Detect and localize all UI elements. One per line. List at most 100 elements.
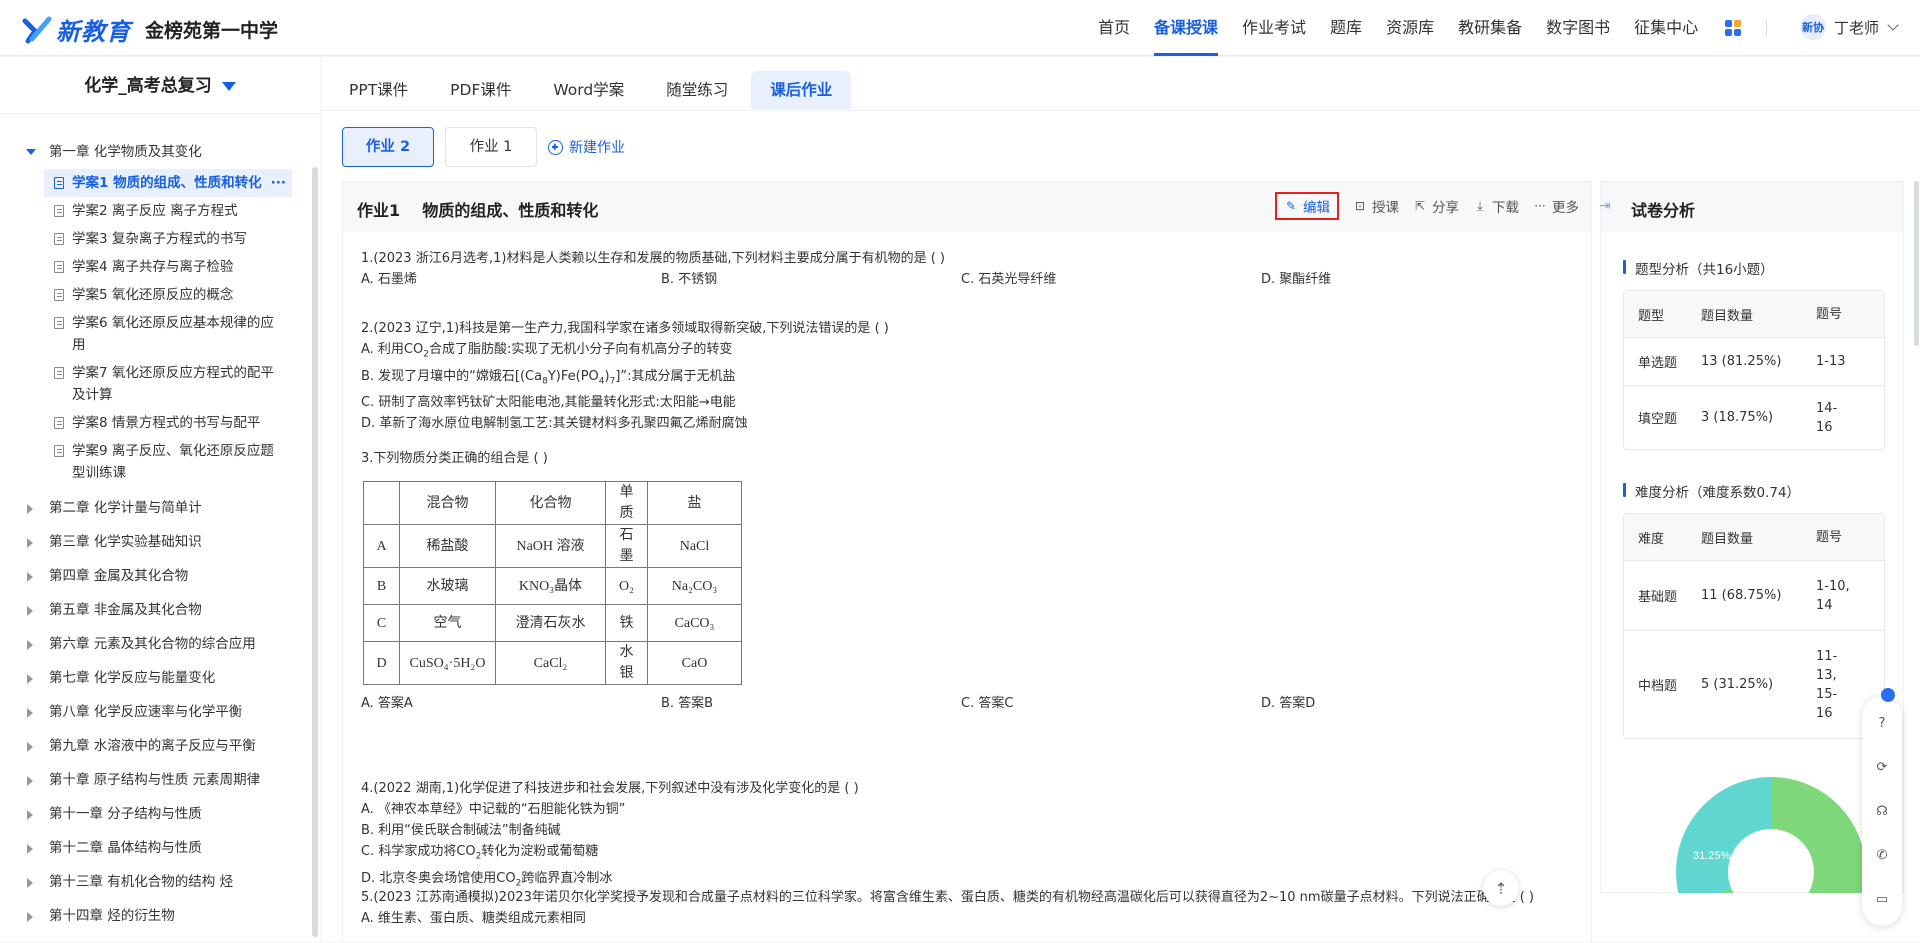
sidebar-scrollbar[interactable] (312, 167, 318, 937)
chapter-item[interactable]: 第十三章 有机化合物的结构 烃 (0, 865, 310, 899)
option-text: 跨临界直冷制冰 (521, 870, 613, 886)
expand-arrow-icon[interactable] (27, 708, 33, 718)
expand-arrow-icon[interactable] (27, 878, 33, 888)
collapse-panel-icon[interactable]: ⇥ (1599, 198, 1615, 216)
table-cell: CaCO₃ (647, 604, 742, 642)
homework-switcher: 作业 2 作业 1 新建作业 (342, 127, 625, 167)
option-text: B. 发现了月壤中的“嫦娥石[(Ca (361, 368, 543, 384)
chapter-item[interactable]: 第十二章 晶体结构与性质 (0, 831, 310, 865)
table-cell: 题号 (1816, 306, 1843, 322)
expand-arrow-icon[interactable] (27, 776, 33, 786)
homework-1-button[interactable]: 作业 1 (445, 127, 537, 167)
edit-button[interactable]: ✎ 编辑 (1275, 192, 1339, 220)
chapter-item[interactable]: 第一章 化学物质及其变化 (0, 135, 310, 169)
tab-ppt[interactable]: PPT课件 (330, 71, 427, 109)
more-label: 更多 (1552, 200, 1579, 216)
divider (322, 110, 1920, 111)
document-icon (54, 261, 64, 273)
chapter-item[interactable]: 第七章 化学反应与能量变化 (0, 661, 310, 695)
table-cell: 水玻璃 (399, 567, 496, 605)
chapter-item[interactable]: 第三章 化学实验基础知识 (0, 525, 310, 559)
document-icon (54, 367, 64, 379)
lesson-item[interactable]: 学案6 氧化还原反应基本规律的应用 (0, 309, 292, 359)
question-4[interactable]: 4.(2022 湖南,1)化学促进了科技进步和社会发展,下列叙述中没有涉及化学变… (361, 778, 1561, 894)
expand-arrow-icon[interactable] (27, 912, 33, 922)
table-row: B 水玻璃 KNO₃晶体 O₂ Na₂CO₃ (363, 567, 742, 605)
content-scrollbar[interactable] (1914, 181, 1919, 346)
expand-arrow-icon[interactable] (27, 640, 33, 650)
expand-arrow-icon[interactable] (27, 810, 33, 820)
expand-arrow-icon[interactable] (27, 504, 33, 514)
expand-arrow-icon[interactable] (26, 149, 36, 155)
expand-arrow-icon[interactable] (27, 674, 33, 684)
chapter-item[interactable]: 第十章 原子结构与性质 元素周期律 (0, 763, 310, 797)
paper-header: 作业1 物质的组成、性质和转化 ✎ 编辑 ⊡ 授课 ⇱ 分享 ⤓ 下载 ··· 更多 (343, 182, 1591, 232)
chapter-item[interactable]: 第六章 元素及其化合物的综合应用 (0, 627, 310, 661)
wallet-icon[interactable]: ▭ (1874, 892, 1890, 908)
nav-research[interactable]: 教研集备 (1458, 0, 1522, 56)
collapse-badge-icon[interactable] (1881, 688, 1895, 702)
lesson-item[interactable]: 学案7 氧化还原反应方程式的配平及计算 (0, 359, 292, 409)
scroll-to-top-button[interactable]: ⇡ (1483, 870, 1519, 906)
nav-collection[interactable]: 征集中心 (1634, 0, 1698, 56)
expand-arrow-icon[interactable] (27, 606, 33, 616)
chapter-item[interactable]: 第四章 金属及其化合物 (0, 559, 310, 593)
option-b: B. 答案B (661, 696, 714, 711)
more-icon[interactable]: ··· (271, 172, 286, 194)
chapter-item[interactable]: 第十一章 分子结构与性质 (0, 797, 310, 831)
user-menu[interactable]: 新协 丁老师 (1800, 14, 1899, 40)
headset-icon[interactable]: ☊ (1874, 804, 1890, 820)
new-homework-button[interactable]: 新建作业 (548, 137, 625, 157)
question-5[interactable]: 5.(2023 江苏南通模拟)2023年诺贝尔化学奖授予发现和合成量子点材料的三… (361, 887, 1561, 929)
expand-arrow-icon[interactable] (27, 742, 33, 752)
table-cell: Na₂CO₃ (647, 567, 742, 605)
apps-grid-icon[interactable] (1725, 20, 1741, 36)
tab-pdf[interactable]: PDF课件 (431, 71, 530, 109)
caret-down-icon (221, 81, 236, 91)
chapter-item[interactable]: 第五章 非金属及其化合物 (0, 593, 310, 627)
chapter-item[interactable]: 第十四章 烃的衍生物 (0, 899, 310, 933)
share-button[interactable]: ⇱ 分享 (1413, 192, 1459, 220)
lesson-item[interactable]: 学案2 离子反应 离子方程式 (0, 197, 292, 225)
nav-lesson-prep[interactable]: 备课授课 (1154, 0, 1219, 56)
expand-arrow-icon[interactable] (27, 538, 33, 548)
download-button[interactable]: ⤓ 下载 (1473, 192, 1519, 220)
question-stem: 5.(2023 江苏南通模拟)2023年诺贝尔化学奖授予发现和合成量子点材料的三… (361, 890, 1534, 905)
chapter-item[interactable]: 第九章 水溶液中的离子反应与平衡 (0, 729, 310, 763)
expand-arrow-icon[interactable] (27, 572, 33, 582)
expand-arrow-icon[interactable] (27, 844, 33, 854)
help-icon[interactable]: ? (1874, 716, 1890, 732)
nav-resources[interactable]: 资源库 (1386, 0, 1434, 56)
lesson-item-active[interactable]: 学案1 物质的组成、性质和转化 ··· (44, 169, 292, 197)
book-selector[interactable]: 化学_高考总复习 (0, 71, 320, 96)
refresh-icon[interactable]: ⟳ (1874, 760, 1890, 776)
tab-homework[interactable]: 课后作业 (751, 71, 852, 109)
chapter-item[interactable]: 第二章 化学计量与简单计 (0, 491, 310, 525)
nav-home[interactable]: 首页 (1098, 0, 1130, 56)
lesson-label: 学案1 物质的组成、性质和转化 (72, 175, 262, 191)
lesson-item[interactable]: 学案3 复杂离子方程式的书写 (0, 225, 292, 253)
tab-practice[interactable]: 随堂练习 (647, 71, 747, 109)
teach-button[interactable]: ⊡ 授课 (1353, 192, 1399, 220)
chapter-label: 第七章 化学反应与能量变化 (49, 670, 216, 686)
lesson-item[interactable]: 学案5 氧化还原反应的概念 (0, 281, 292, 309)
lesson-item[interactable]: 学案8 情景方程式的书写与配平 (0, 409, 292, 437)
logo[interactable]: 新教育 金榜苑第一中学 (22, 12, 278, 47)
tab-word[interactable]: Word学案 (534, 71, 643, 109)
table-cell: 1-10, 14 (1816, 578, 1850, 613)
question-3[interactable]: 3.下列物质分类正确的组合是 ( ) 混合物 化合物 单质 盐 A 稀盐酸 Na… (361, 448, 1561, 714)
nav-question-bank[interactable]: 题库 (1330, 0, 1362, 56)
nav-homework-exam[interactable]: 作业考试 (1242, 0, 1306, 56)
question-2[interactable]: 2.(2023 辽宁,1)科技是第一生产力,我国科学家在诸多领域取得新突破,下列… (361, 318, 1561, 434)
lesson-item[interactable]: 学案9 离子反应、氧化还原反应题型训练课 (0, 437, 292, 487)
homework-2-button[interactable]: 作业 2 (342, 127, 434, 167)
lesson-item[interactable]: 学案4 离子共存与离子检验 (0, 253, 292, 281)
chapter-item[interactable]: 第八章 化学反应速率与化学平衡 (0, 695, 310, 729)
more-button[interactable]: ··· 更多 (1533, 192, 1579, 220)
nav-digital-books[interactable]: 数字图书 (1546, 0, 1610, 56)
question-1[interactable]: 1.(2023 浙江6月选考,1)材料是人类赖以生存和发展的物质基础,下列材料主… (361, 248, 1561, 290)
arrow-up-icon: ⇡ (1494, 878, 1508, 898)
phone-icon[interactable]: ✆ (1874, 848, 1890, 864)
table-cell: 澄清石灰水 (495, 604, 606, 642)
table-cell: 14-16 (1816, 400, 1838, 435)
